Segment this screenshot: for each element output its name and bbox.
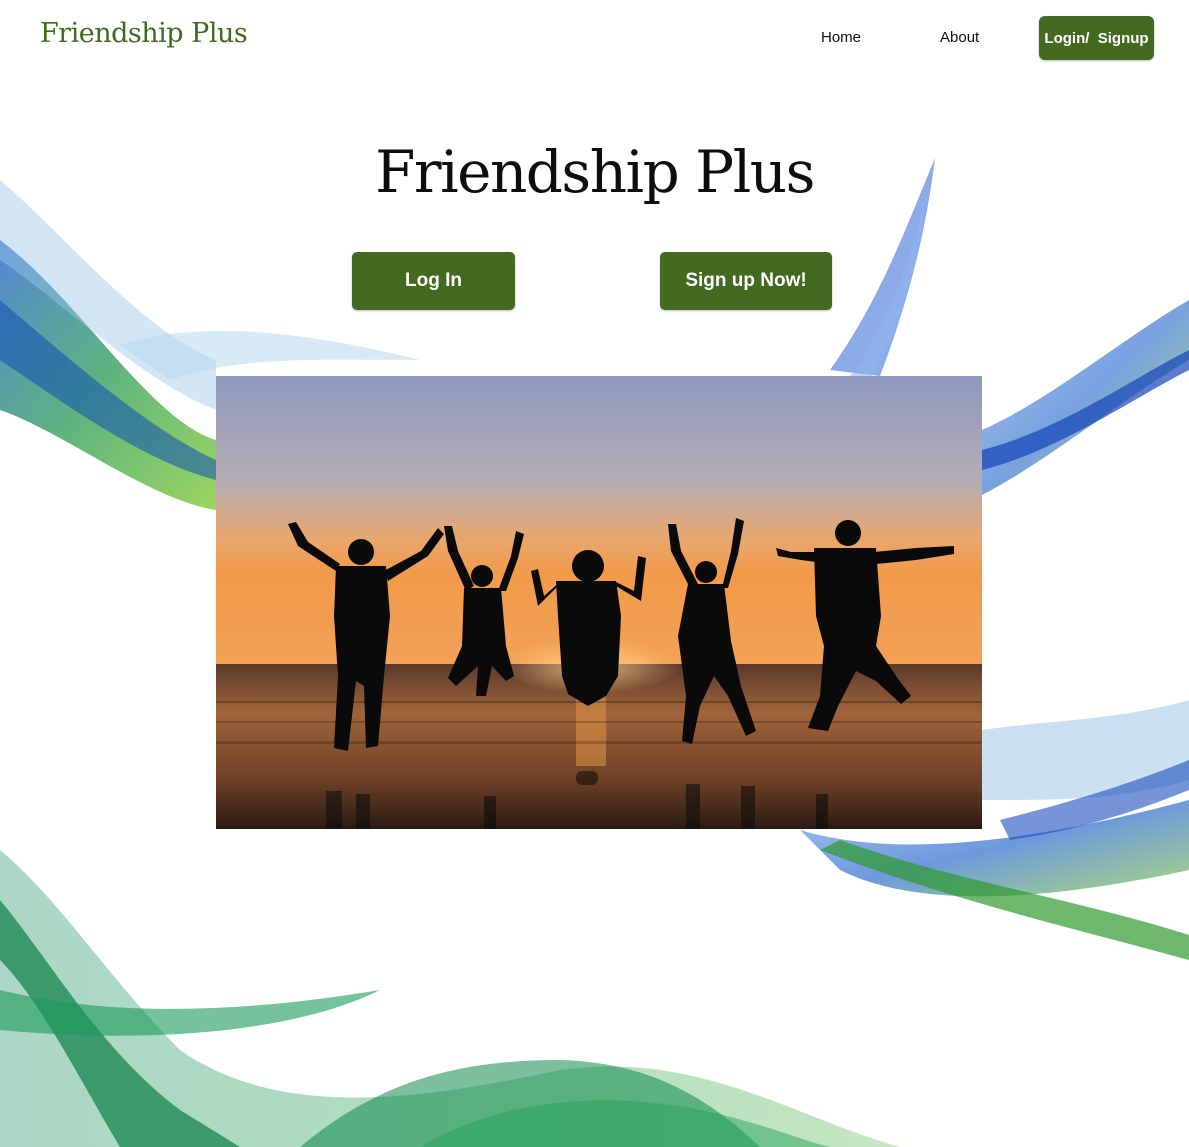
hero-title: Friendship Plus [375,138,815,206]
bottom-wave-ribbon [0,850,900,1147]
nav-about-link[interactable]: About [940,29,979,46]
nav-login-signup-button[interactable]: Login/ Signup [1039,16,1154,60]
log-in-button[interactable]: Log In [352,252,515,310]
sign-up-button[interactable]: Sign up Now! [660,252,832,310]
brand-logo-text[interactable]: Friendship Plus [40,18,248,49]
landing-page: Friendship Plus Home About Login/ Signup… [0,0,1189,1147]
nav-home-link[interactable]: Home [821,29,861,46]
left-wave-ribbon [0,240,216,510]
hero-photo [216,376,982,829]
right-wave-ribbon [982,300,1189,495]
sunset-friends-jumping-image [216,376,982,829]
